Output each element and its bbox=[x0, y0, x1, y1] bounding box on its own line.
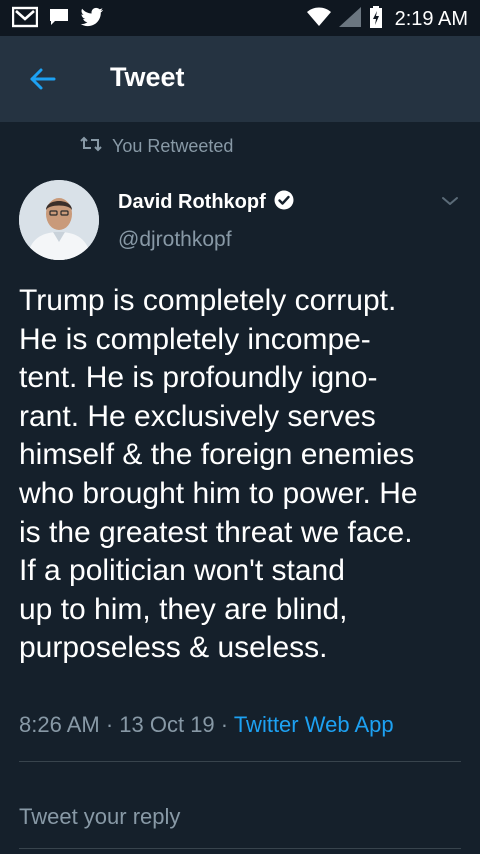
divider bbox=[19, 761, 461, 762]
signal-icon bbox=[338, 7, 361, 32]
retweet-indicator: You Retweeted bbox=[80, 136, 233, 157]
tweet-text: Trump is completely corrupt. He is compl… bbox=[19, 282, 467, 668]
page-title: Tweet bbox=[110, 62, 185, 92]
author-handle[interactable]: @djrothkopf bbox=[118, 228, 232, 252]
tweet-line: Trump is completely corrupt. bbox=[19, 284, 397, 317]
tweet-time: 8:26 AM bbox=[19, 712, 100, 737]
tweet-line: who brought him to power. He bbox=[19, 476, 418, 510]
status-right-icons: 2:19 AM bbox=[306, 6, 468, 33]
reply-input[interactable]: Tweet your reply bbox=[19, 804, 180, 830]
tweet-line: tent. He is profoundly igno- bbox=[19, 361, 378, 395]
retweet-icon bbox=[80, 136, 102, 157]
twitter-icon bbox=[80, 7, 104, 32]
status-bar: 2:19 AM bbox=[0, 0, 480, 36]
tweet-date: 13 Oct 19 bbox=[119, 712, 215, 737]
message-icon bbox=[48, 6, 70, 33]
author-display-name[interactable]: David Rothkopf bbox=[118, 191, 266, 214]
reply-underline bbox=[19, 848, 461, 849]
retweet-label: You Retweeted bbox=[112, 136, 234, 156]
tweet-line: is the greatest threat we face. bbox=[19, 515, 413, 549]
meta-separator: · bbox=[214, 712, 234, 737]
meta-separator: · bbox=[99, 712, 120, 737]
tweet-line: up to him, they are blind, bbox=[19, 592, 348, 626]
tweet-line: purposeless & useless. bbox=[19, 631, 328, 665]
wifi-icon bbox=[306, 7, 331, 32]
chevron-down-icon[interactable] bbox=[440, 194, 460, 208]
battery-charging-icon bbox=[369, 6, 383, 33]
tweet-line: himself & the foreign enemies bbox=[19, 438, 415, 472]
tweet-source-link[interactable]: Twitter Web App bbox=[234, 712, 394, 737]
tweet-detail: You Retweeted David Rothkopf @djrothkopf… bbox=[0, 122, 480, 854]
status-left-icons bbox=[11, 6, 104, 33]
tweet-line: rant. He exclusively serves bbox=[19, 399, 376, 433]
reply-composer: Tweet your reply bbox=[0, 778, 480, 854]
author-name-row: David Rothkopf bbox=[118, 190, 294, 215]
tweet-line: If a politician won't stand bbox=[19, 554, 345, 588]
back-arrow-icon[interactable] bbox=[24, 62, 58, 96]
gmail-icon bbox=[11, 6, 39, 33]
status-time: 2:19 AM bbox=[394, 8, 468, 30]
avatar[interactable] bbox=[19, 180, 99, 260]
app-bar: Tweet bbox=[0, 36, 480, 122]
tweet-line: He is completely incompe- bbox=[19, 322, 371, 356]
tweet-meta: 8:26 AM · 13 Oct 19 · Twitter Web App bbox=[19, 712, 394, 738]
verified-badge-icon bbox=[274, 190, 294, 215]
